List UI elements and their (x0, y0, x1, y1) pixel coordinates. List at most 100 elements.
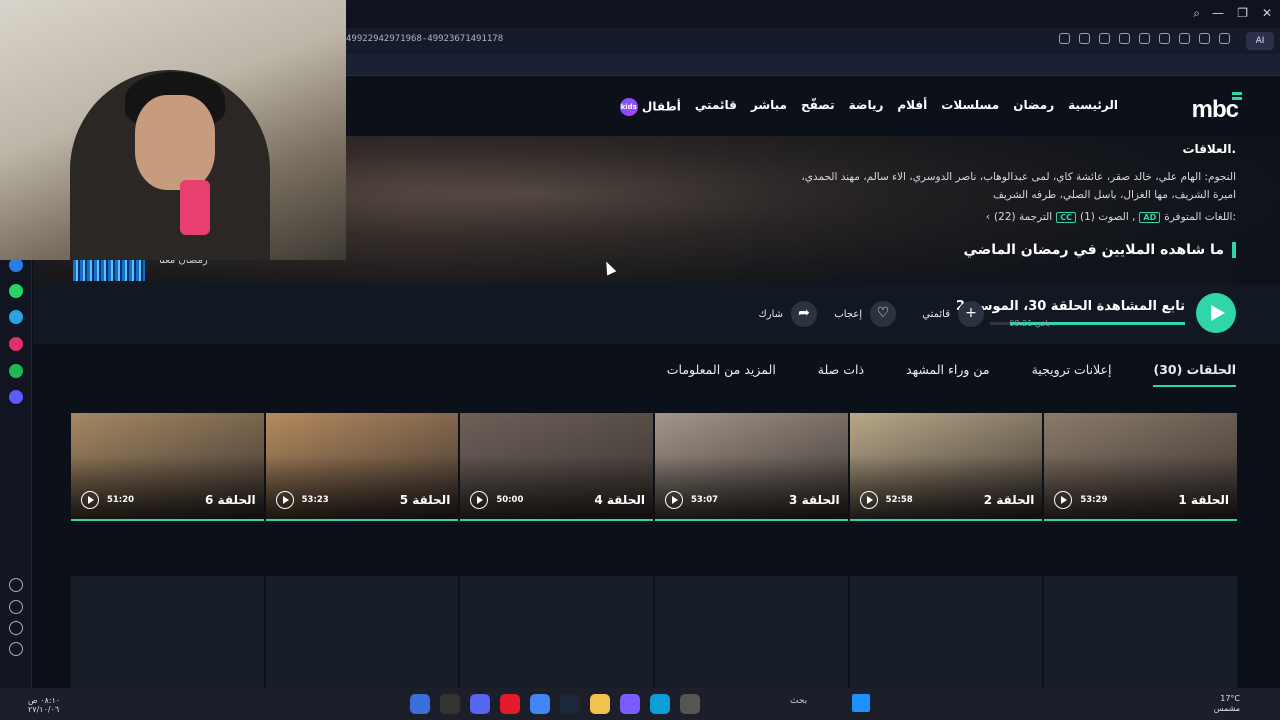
main-nav: الرئيسية رمضان مسلسلات أفلام رياضة تصفّح… (617, 98, 1118, 116)
share-button[interactable]: ➦ شارك (759, 301, 817, 327)
history-icon[interactable] (9, 600, 23, 614)
show-stars: النجوم: الهام علي، خالد صقر، عائشة كاي، … (801, 171, 1236, 201)
nav-ramadan[interactable]: رمضان (1013, 98, 1054, 116)
edge-icon[interactable] (650, 694, 670, 714)
close-icon[interactable]: ✕ (1262, 6, 1272, 20)
nav-kids[interactable]: kids أطفال (617, 98, 681, 116)
episode-duration: 52:58 (885, 495, 913, 505)
tab-related[interactable]: ذات صلة (818, 362, 864, 387)
shield-icon[interactable] (1099, 33, 1110, 44)
search-icon[interactable]: ⌕ (1193, 6, 1200, 21)
tab-behind-scenes[interactable]: من وراء المشهد (906, 362, 990, 387)
tips-icon[interactable] (9, 642, 23, 656)
episode-card[interactable]: الحلقة 5 53:23 (265, 413, 459, 521)
opera-icon[interactable] (500, 694, 520, 714)
nav-home[interactable]: الرئيسية (1068, 98, 1118, 116)
minimize-icon[interactable]: — (1212, 6, 1224, 20)
nav-browse[interactable]: تصفّح (801, 98, 835, 116)
episode-duration: 53:29 (1080, 495, 1108, 505)
play-icon[interactable] (859, 491, 878, 509)
episode-duration: 50:00 (496, 495, 524, 505)
media-icon[interactable] (9, 390, 23, 404)
folder-icon[interactable] (590, 694, 610, 714)
episodes-row: الحلقة 1 53:29 الحلقة 2 52:58 الحلقة 3 53:07 ا… (70, 413, 1237, 521)
shield-app-icon[interactable] (410, 694, 430, 714)
episode-card[interactable]: الحلقة 6 51:20 (70, 413, 264, 521)
nav-sports[interactable]: رياضة (849, 98, 884, 116)
episode-card[interactable]: الحلقة 4 50:00 (460, 413, 653, 521)
loading-placeholders (71, 576, 1238, 688)
play-button[interactable] (1196, 293, 1236, 333)
kids-badge-icon: kids (619, 98, 638, 116)
weather-widget[interactable]: 17°C مشمس (1214, 694, 1240, 714)
episode-title: الحلقة 1 (1178, 493, 1229, 507)
chrome-icon[interactable] (530, 694, 550, 714)
instagram-icon[interactable] (9, 337, 23, 351)
windows-start-icon[interactable] (852, 694, 870, 712)
microphone-icon (180, 180, 210, 235)
episode-title: الحلقة 4 (594, 493, 645, 507)
episode-card[interactable]: الحلقة 1 53:29 (1044, 413, 1237, 521)
play-icon[interactable] (664, 491, 683, 509)
taskbar-search[interactable]: بحث (790, 696, 807, 706)
episode-card[interactable]: الحلقة 3 53:07 (654, 413, 848, 521)
terminal-icon[interactable] (680, 694, 700, 714)
camera-icon[interactable] (1079, 33, 1090, 44)
like-button[interactable]: ♡ إعجاب (834, 301, 896, 327)
edit-icon[interactable] (1059, 33, 1070, 44)
play-icon[interactable] (275, 491, 294, 509)
menu-icon[interactable] (1199, 33, 1210, 44)
url-field[interactable]: 49922942971968-499236714911​78 (346, 34, 503, 44)
episode-card[interactable]: الحلقة 2 52:58 (849, 413, 1043, 521)
episode-duration: 53:07 (690, 495, 719, 505)
episode-title: الحلقة 2 (983, 493, 1035, 507)
clock[interactable]: ٠٨:١٠ ص ٢٧/١٠/٠٦ (28, 696, 60, 714)
settings-icon[interactable] (9, 621, 23, 635)
ad-tag: AD (1139, 211, 1161, 223)
taskbar-apps (410, 694, 700, 714)
webcam-overlay (0, 0, 346, 260)
my-list-button[interactable]: + قائمتي (922, 301, 984, 327)
extensions-icon[interactable] (1119, 33, 1130, 44)
continue-label[interactable]: تابع المشاهدة الحلقة 30، الموسم 2 (956, 299, 1185, 314)
tab-episodes[interactable]: الحلقات (30) (1153, 362, 1236, 387)
nav-movies[interactable]: أفلام (897, 98, 927, 116)
discord-icon[interactable] (470, 694, 490, 714)
heart-icon[interactable] (1159, 33, 1170, 44)
tab-promos[interactable]: إعلانات ترويجية (1032, 362, 1112, 387)
episode-title: الحلقة 3 (789, 493, 840, 507)
app-icon[interactable] (620, 694, 640, 714)
nav-series[interactable]: مسلسلات (941, 98, 999, 116)
messenger-icon[interactable] (9, 258, 23, 272)
episode-duration: 53:23 (301, 495, 329, 505)
telegram-icon[interactable] (9, 310, 23, 324)
spotify-icon[interactable] (9, 364, 23, 378)
steam-icon[interactable] (560, 694, 580, 714)
ai-button[interactable]: AI (1246, 32, 1274, 50)
obs-icon[interactable] (440, 694, 460, 714)
play-icon[interactable] (1139, 33, 1150, 44)
like-label: إعجاب (834, 308, 862, 320)
profile-icon[interactable] (1219, 33, 1230, 44)
episode-title: الحلقة 6 (205, 493, 256, 507)
popular-heading: ما شاهده الملايين في رمضان الماضي (964, 242, 1236, 258)
whatsapp-icon[interactable] (9, 284, 23, 298)
maximize-icon[interactable]: ❐ (1237, 6, 1248, 20)
available-languages: اللغات المتوفرة: AD الصوت (1) , CC الترج… (986, 211, 1236, 223)
chevron-left-icon[interactable]: ‹ (986, 211, 990, 223)
share-icon: ➦ (791, 301, 817, 327)
play-icon[interactable] (80, 491, 99, 509)
continue-watching-bar: تابع المشاهدة الحلقة 30، الموسم 2 08:21 … (33, 284, 1280, 344)
nav-live[interactable]: مباشر (751, 98, 787, 116)
content-tabs: الحلقات (30) إعلانات ترويجية من وراء الم… (667, 362, 1236, 387)
subtitles-count[interactable]: الترجمة (22) (994, 211, 1052, 223)
episode-duration: 51:20 (106, 495, 135, 505)
tab-more-info[interactable]: المزيد من المعلومات (667, 362, 776, 387)
ramadan-banner-strip (73, 259, 145, 281)
mbc-logo[interactable]: mbc (1192, 92, 1243, 124)
download-icon[interactable] (1179, 33, 1190, 44)
my-list-label: قائمتي (922, 308, 950, 320)
nav-my-list[interactable]: قائمتي (695, 98, 737, 116)
favorites-icon[interactable] (9, 578, 23, 592)
windows-taskbar: ٠٨:١٠ ص ٢٧/١٠/٠٦ بحث 17°C مشمس (0, 688, 1280, 720)
